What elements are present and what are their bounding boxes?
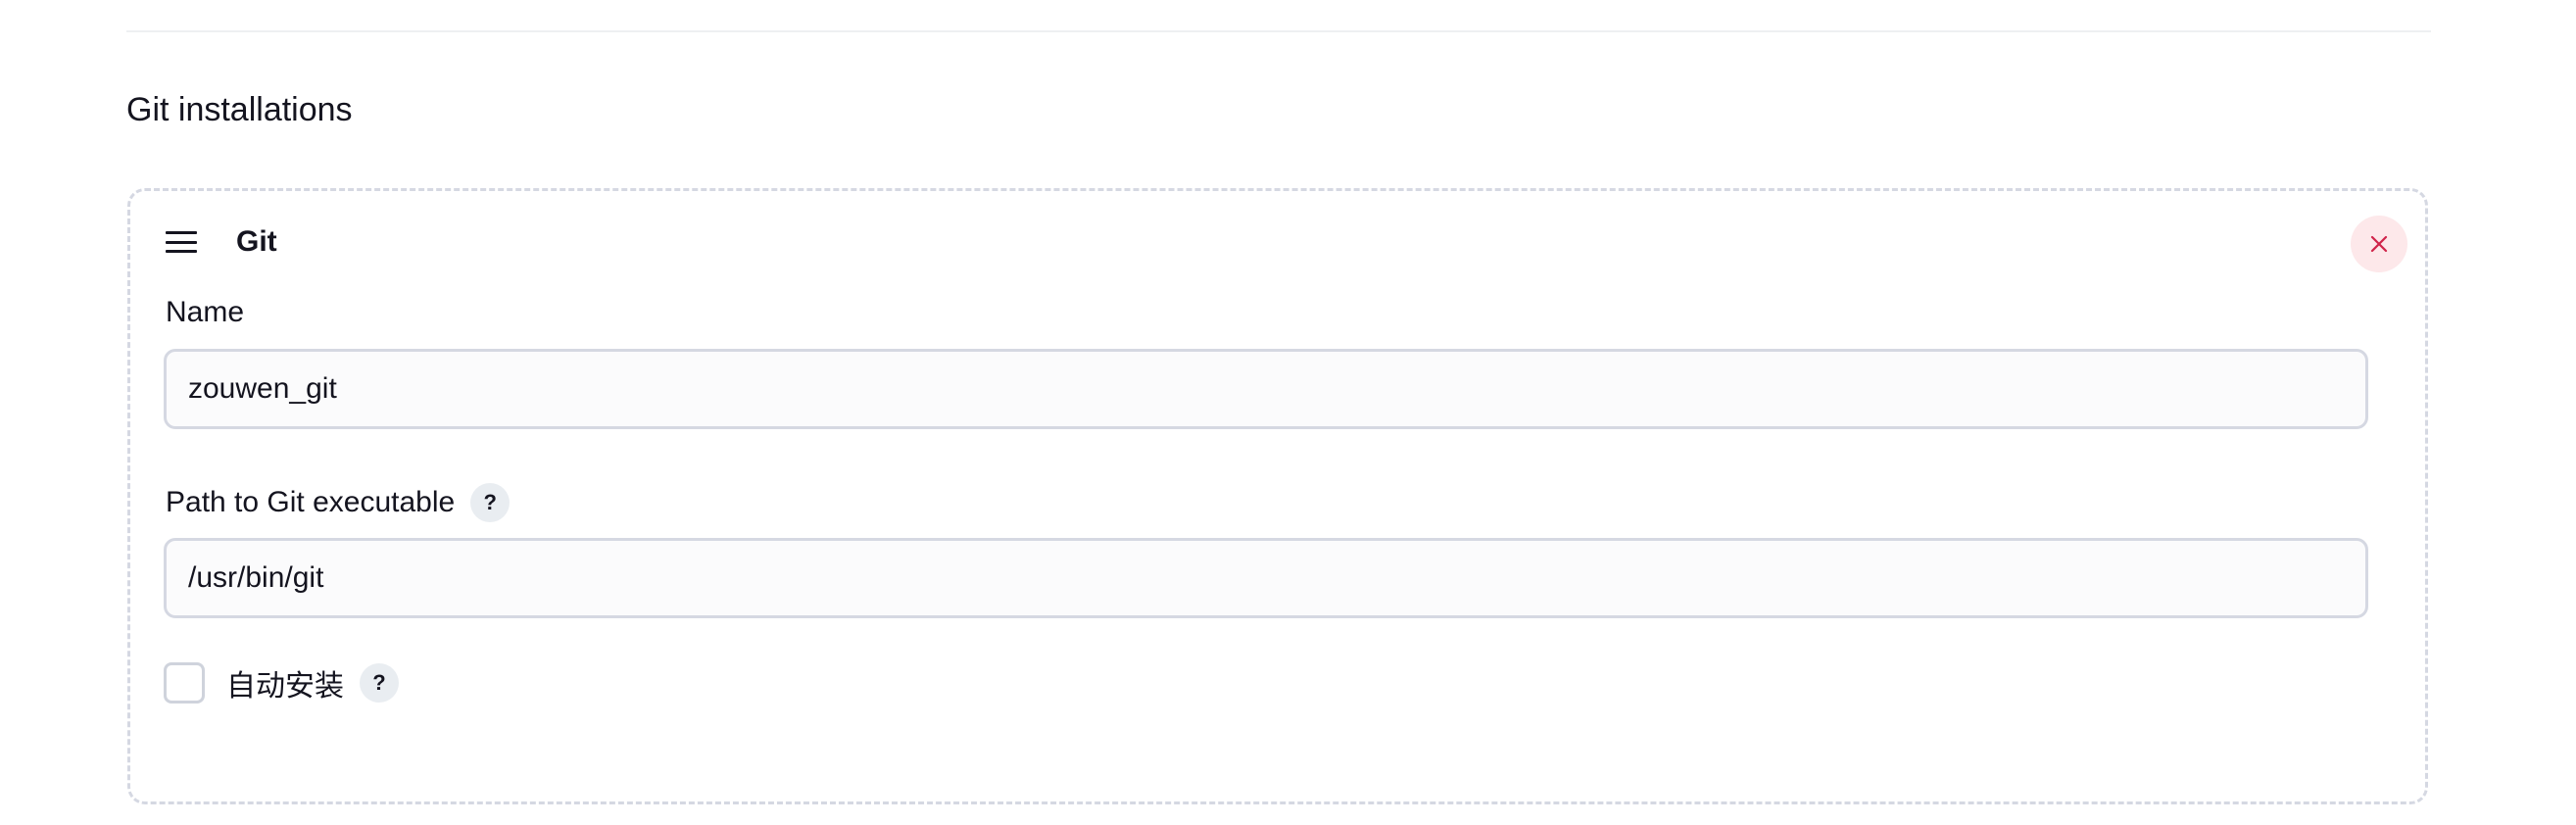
name-input[interactable]: [164, 349, 2368, 429]
close-icon: [2370, 235, 2388, 253]
name-label: Name: [166, 293, 244, 332]
auto-install-checkbox[interactable]: [164, 662, 205, 704]
path-label-text: Path to Git executable: [166, 486, 456, 518]
git-installations-page: Git installations Git Name Path to Git e…: [0, 0, 2576, 825]
auto-install-label[interactable]: 自动安装: [226, 661, 344, 704]
section-title: Git installations: [126, 91, 353, 128]
name-label-text: Name: [166, 296, 245, 328]
delete-installation-button[interactable]: [2351, 216, 2407, 272]
git-installation-card: Git Name Path to Git executable ? 自动安装 ?: [127, 188, 2428, 804]
section-divider: [126, 30, 2431, 32]
card-title: Git: [236, 225, 277, 258]
path-help-icon[interactable]: ?: [470, 483, 510, 522]
auto-install-row: 自动安装 ?: [164, 661, 399, 704]
path-input[interactable]: [164, 538, 2368, 618]
path-label: Path to Git executable ?: [166, 483, 510, 522]
auto-install-help-icon[interactable]: ?: [360, 663, 399, 703]
drag-handle-icon[interactable]: [166, 231, 197, 253]
card-header: Git: [166, 222, 277, 262]
